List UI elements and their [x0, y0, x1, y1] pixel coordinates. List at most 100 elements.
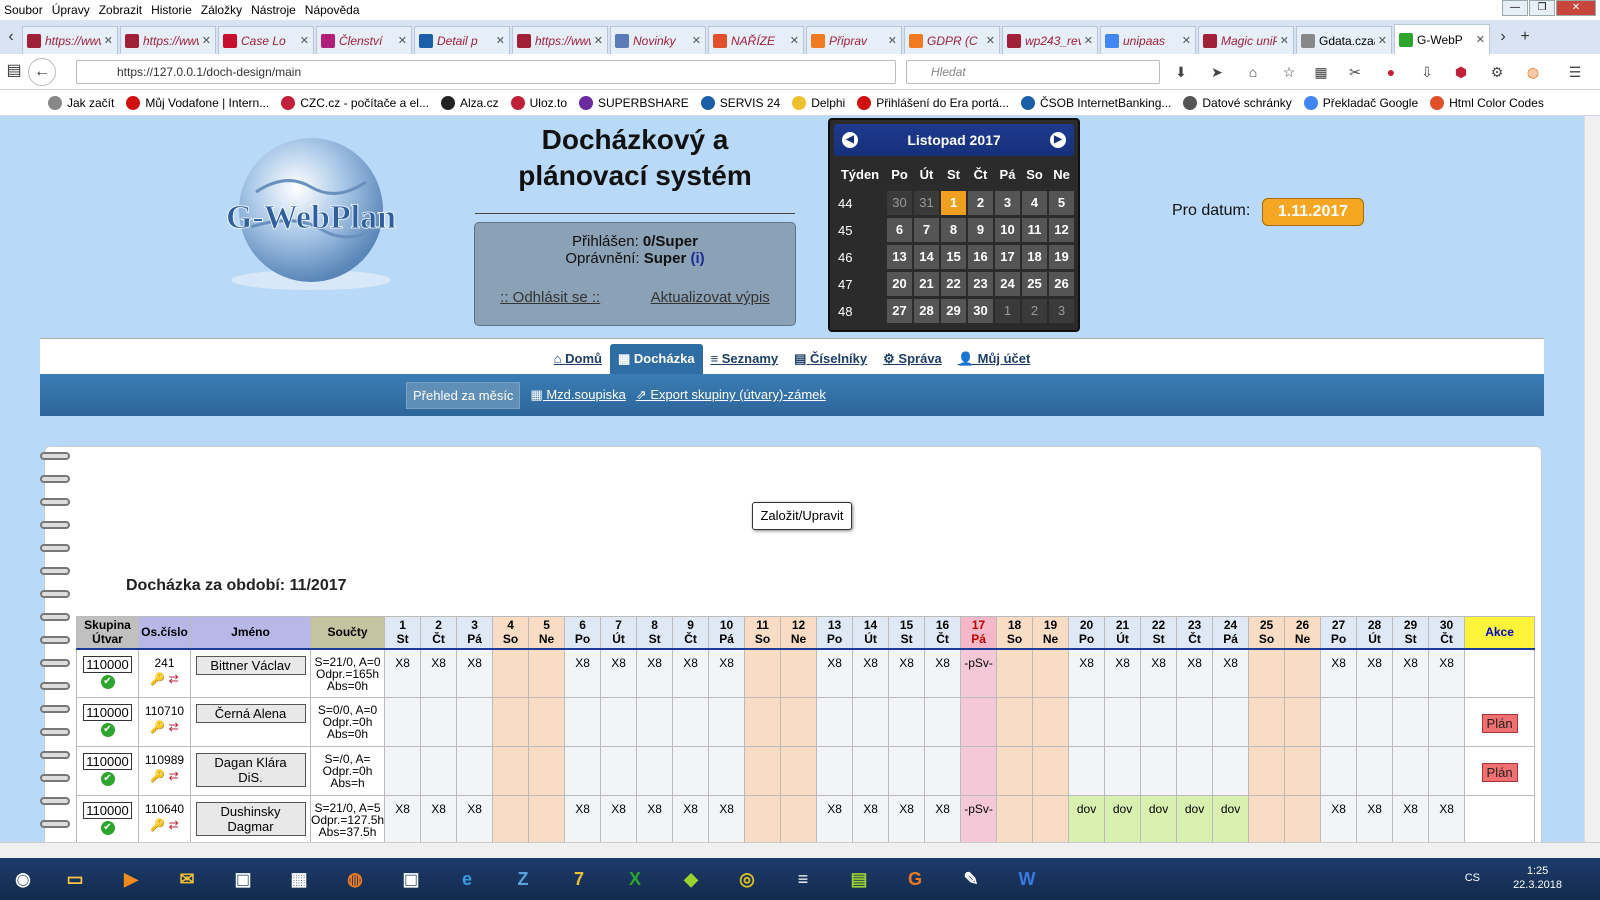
- day-cell[interactable]: [996, 697, 1034, 747]
- day-cell[interactable]: [780, 795, 818, 842]
- day-cell[interactable]: [1284, 746, 1322, 796]
- bookmark-item[interactable]: Delphi: [792, 95, 845, 110]
- word-icon[interactable]: W: [1000, 860, 1054, 898]
- tab-scroll-left-icon[interactable]: ‹: [0, 20, 22, 54]
- menu-item[interactable]: Nápověda: [305, 3, 360, 17]
- tab-close-icon[interactable]: ✕: [1476, 33, 1485, 46]
- browser-tab[interactable]: Novinky ✕: [610, 26, 706, 54]
- day-cell[interactable]: dov: [1068, 795, 1106, 842]
- calendar-day[interactable]: 14: [914, 245, 939, 269]
- close-button[interactable]: ✕: [1556, 0, 1596, 16]
- day-cell[interactable]: [708, 697, 746, 747]
- calendar-day[interactable]: 31: [914, 191, 939, 215]
- calendar-day[interactable]: 23: [968, 272, 993, 296]
- main-nav-item[interactable]: ▤ Číselníky: [786, 344, 875, 374]
- calendar-day[interactable]: 3: [995, 191, 1020, 215]
- downloads-icon[interactable]: ⇩: [1418, 64, 1436, 80]
- day-cell[interactable]: [1284, 795, 1322, 842]
- tab-close-icon[interactable]: ✕: [790, 34, 799, 47]
- calendar-day[interactable]: 29: [941, 299, 966, 323]
- day-cell[interactable]: [1068, 697, 1106, 747]
- day-cell[interactable]: [816, 697, 854, 747]
- browser-tab[interactable]: GDPR (C ✕: [904, 26, 1000, 54]
- employee-name[interactable]: Dagan Klára DiS.: [195, 753, 306, 787]
- day-cell[interactable]: [1428, 746, 1466, 796]
- day-cell[interactable]: dov: [1140, 795, 1178, 842]
- search-input[interactable]: Hledat: [906, 60, 1160, 84]
- media-player-icon[interactable]: ▶: [104, 860, 158, 898]
- browser-tab[interactable]: Case Lo ✕: [218, 26, 314, 54]
- day-cell[interactable]: X8: [1356, 795, 1394, 842]
- calendar-day[interactable]: 25: [1022, 272, 1047, 296]
- day-cell[interactable]: [1176, 697, 1214, 747]
- calendar-day[interactable]: 2: [968, 191, 993, 215]
- day-cell[interactable]: X8: [1212, 647, 1250, 698]
- hamburger-menu-icon[interactable]: ☰: [1566, 64, 1584, 80]
- group-code[interactable]: 110000: [83, 704, 132, 721]
- day-cell[interactable]: [1068, 746, 1106, 796]
- day-cell[interactable]: [1428, 697, 1466, 747]
- day-cell[interactable]: X8: [456, 647, 494, 698]
- pdf-app-icon[interactable]: G: [888, 860, 942, 898]
- calendar-day[interactable]: 16: [968, 245, 993, 269]
- main-nav-item[interactable]: ▦ Docházka: [609, 344, 703, 374]
- day-cell[interactable]: X8: [384, 647, 422, 698]
- home-icon[interactable]: ⌂: [1244, 64, 1262, 80]
- day-cell[interactable]: [600, 697, 638, 747]
- day-cell[interactable]: X8: [384, 795, 422, 842]
- employee-name[interactable]: Dushinsky Dagmar: [195, 802, 306, 836]
- bookmark-item[interactable]: Uloz.to: [510, 95, 567, 110]
- day-cell[interactable]: [960, 697, 998, 747]
- bookmark-item[interactable]: Můj Vodafone | Intern...: [126, 95, 269, 110]
- plan-button[interactable]: Plán: [1481, 714, 1518, 733]
- day-cell[interactable]: X8: [708, 647, 746, 698]
- day-cell[interactable]: [564, 697, 602, 747]
- save-app-2-icon[interactable]: ▣: [384, 860, 438, 898]
- next-month-icon[interactable]: ▶: [1050, 132, 1066, 148]
- calendar-day[interactable]: 8: [941, 218, 966, 242]
- main-nav-item[interactable]: ⌂ Domů: [546, 344, 610, 374]
- day-cell[interactable]: dov: [1104, 795, 1142, 842]
- tools-icon[interactable]: ✂: [1346, 64, 1364, 80]
- day-cell[interactable]: [456, 697, 494, 747]
- day-cell[interactable]: -pSv-: [960, 647, 998, 698]
- chrome-icon[interactable]: ◎: [720, 860, 774, 898]
- firefox-icon[interactable]: ◍: [328, 860, 382, 898]
- day-cell[interactable]: [672, 746, 710, 796]
- day-cell[interactable]: [852, 697, 890, 747]
- tab-close-icon[interactable]: ✕: [888, 34, 897, 47]
- browser-tab[interactable]: wp243_rev.0✕: [1002, 26, 1098, 54]
- tab-close-icon[interactable]: ✕: [300, 34, 309, 47]
- day-cell[interactable]: [492, 795, 530, 842]
- day-cell[interactable]: [384, 746, 422, 796]
- day-cell[interactable]: [996, 795, 1034, 842]
- day-cell[interactable]: [1356, 697, 1394, 747]
- calendar-day[interactable]: 6: [887, 218, 912, 242]
- tab-close-icon[interactable]: ✕: [1084, 34, 1093, 47]
- day-cell[interactable]: X8: [1392, 795, 1430, 842]
- day-cell[interactable]: [744, 795, 782, 842]
- menu-item[interactable]: Úpravy: [52, 3, 90, 17]
- day-cell[interactable]: [636, 697, 674, 747]
- sub-nav-item[interactable]: ▦ Mzd.soupiska: [530, 387, 625, 403]
- ie-icon[interactable]: e: [440, 860, 494, 898]
- sub-nav-item[interactable]: ⇗ Export skupiny (útvary)-zámek: [636, 387, 826, 403]
- day-cell[interactable]: [1032, 746, 1070, 796]
- calendar-day[interactable]: 12: [1049, 218, 1074, 242]
- back-button[interactable]: ←: [28, 57, 56, 86]
- day-cell[interactable]: [960, 746, 998, 796]
- 7zip-icon[interactable]: 7: [552, 860, 606, 898]
- browser-tab[interactable]: Členství ✕: [316, 26, 412, 54]
- day-cell[interactable]: [456, 746, 494, 796]
- day-cell[interactable]: X8: [672, 795, 710, 842]
- download-icon[interactable]: ⬇: [1172, 64, 1190, 80]
- day-cell[interactable]: dov: [1212, 795, 1250, 842]
- vertical-scrollbar[interactable]: [1584, 116, 1600, 842]
- day-cell[interactable]: [1248, 746, 1286, 796]
- bookmark-item[interactable]: Alza.cz: [440, 95, 499, 110]
- day-cell[interactable]: [492, 647, 530, 698]
- day-cell[interactable]: [1320, 697, 1358, 747]
- day-cell[interactable]: X8: [1428, 647, 1466, 698]
- reader-icon[interactable]: ▦: [1312, 64, 1330, 80]
- menu-list-icon[interactable]: ▤: [4, 58, 24, 86]
